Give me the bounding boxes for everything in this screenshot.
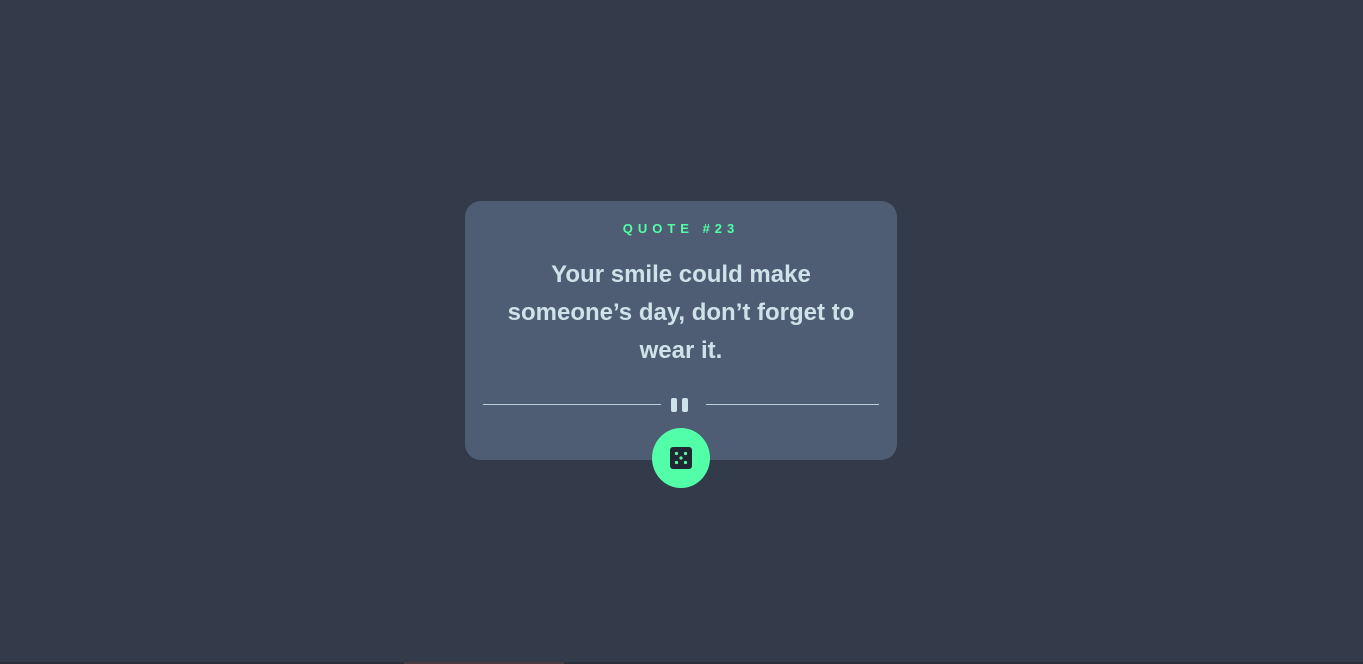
- quote-card: QUOTE #23 Your smile could make someone’…: [465, 201, 897, 460]
- pause-icon: [671, 398, 691, 412]
- divider-line-right: [706, 404, 879, 405]
- quote-number-label: QUOTE #23: [622, 221, 740, 236]
- quote-text: Your smile could make someone’s day, don…: [507, 261, 855, 364]
- divider: [483, 397, 879, 413]
- dice-icon: [670, 447, 692, 469]
- new-quote-button[interactable]: [652, 428, 710, 488]
- page: QUOTE #23 Your smile could make someone’…: [0, 0, 1363, 664]
- divider-line-left: [483, 404, 661, 405]
